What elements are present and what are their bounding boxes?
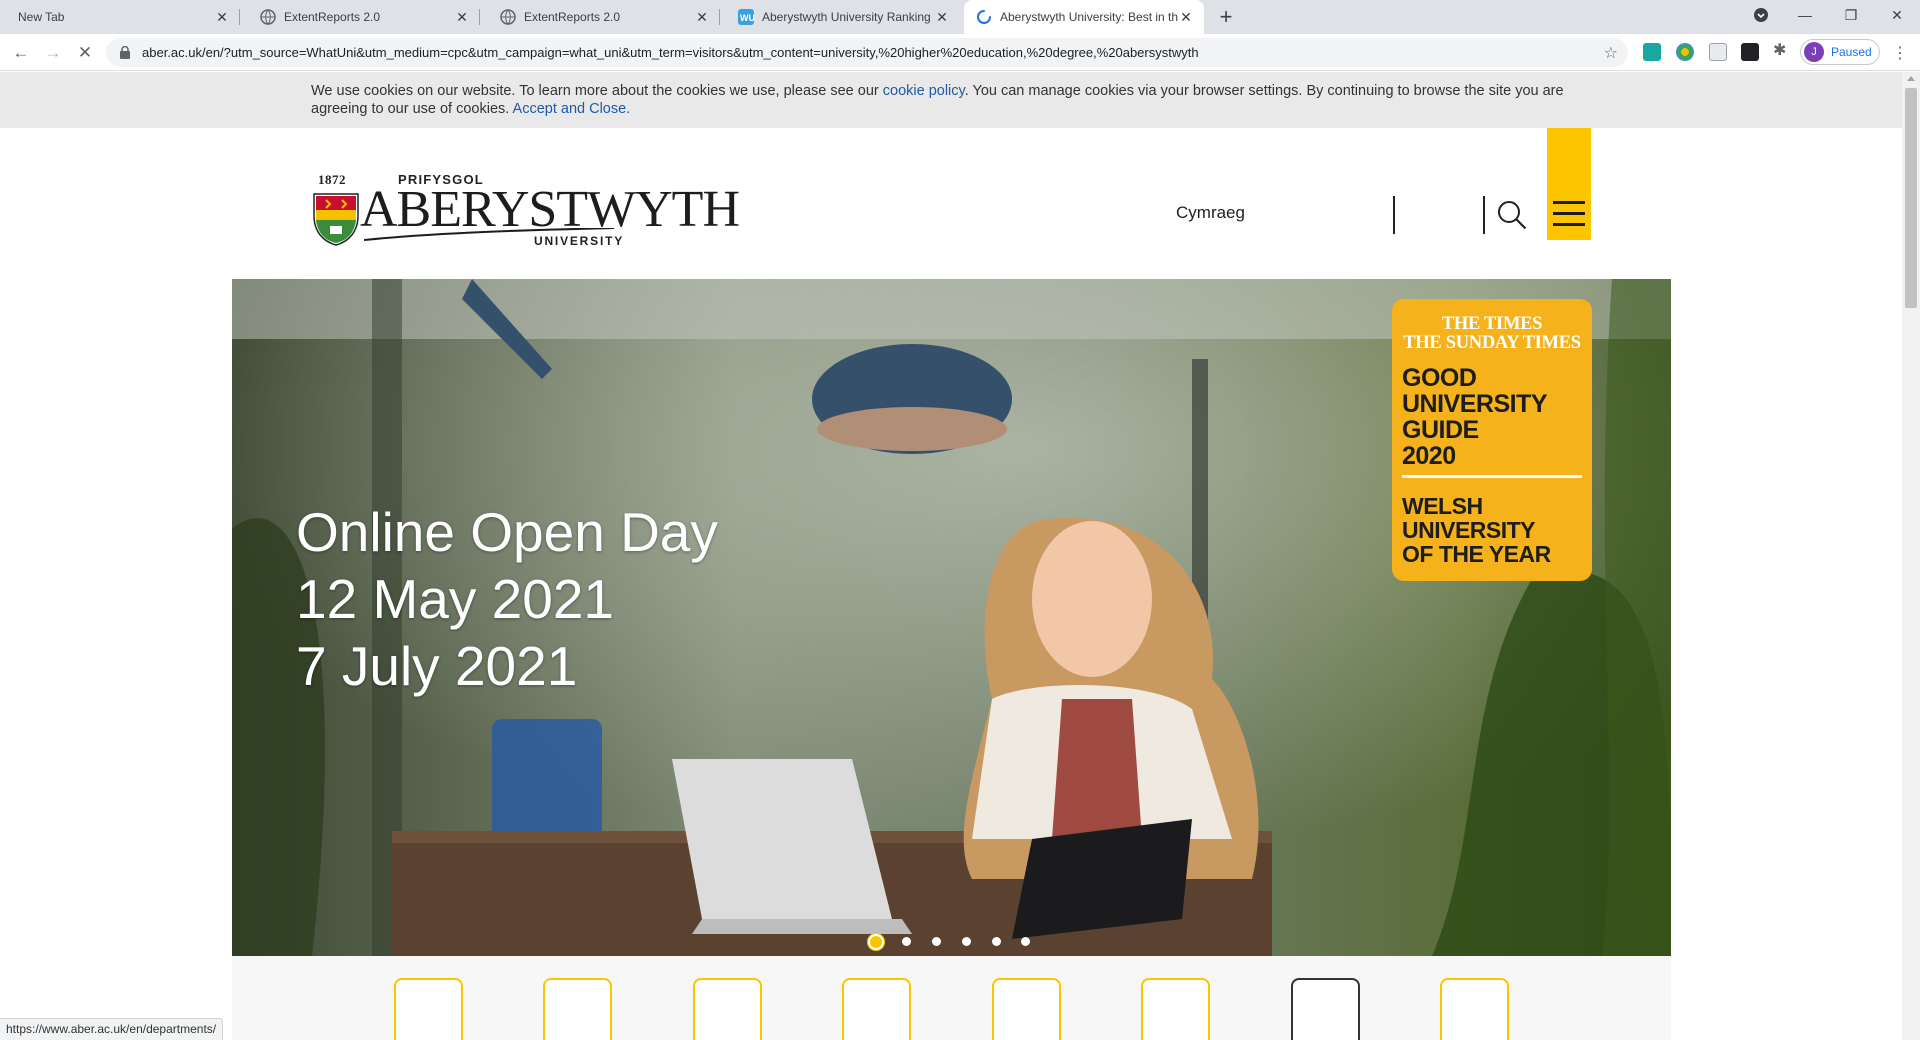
scroll-up-arrow-icon[interactable] [1907,76,1915,81]
lock-icon [120,46,130,59]
url-text: aber.ac.uk/en/?utm_source=WhatUni&utm_me… [142,45,1199,60]
profile-button[interactable]: J Paused [1800,39,1880,65]
hamburger-icon-bar [1553,223,1585,226]
browser-toolbar: ← → ✕ aber.ac.uk/en/?utm_source=WhatUni&… [0,34,1920,71]
new-tab-button[interactable]: + [1214,4,1238,29]
quick-links [232,956,1671,1040]
extension-icon-2[interactable] [1676,43,1694,61]
profile-status: Paused [1831,45,1872,59]
cookie-policy-link[interactable]: cookie policy [883,83,965,99]
logo-university: UNIVERSITY [534,234,625,248]
badge-line: 2020 [1402,442,1456,470]
hero-heading: Online Open Day 12 May 2021 7 July 2021 [296,499,718,700]
page-scrollbar[interactable] [1902,72,1920,1040]
stop-loading-button[interactable]: ✕ [71,39,99,67]
restore-button[interactable]: ❐ [1828,0,1874,30]
hero-line: Online Open Day [296,501,718,563]
extension-icon-1[interactable] [1643,43,1661,61]
carousel-dot-2[interactable] [902,937,911,946]
close-icon[interactable]: ✕ [454,9,470,25]
globe-icon [500,9,516,25]
main-menu-button[interactable] [1547,128,1591,240]
quick-link-tile[interactable] [543,978,612,1040]
hero-line: 12 May 2021 [296,568,614,630]
badge-guide-title: GOOD UNIVERSITY GUIDE 2020 [1402,365,1582,469]
tab-search-icon[interactable] [1738,0,1784,30]
tab-title: ExtentReports 2.0 [524,10,621,24]
tab-extentreports-1[interactable]: ExtentReports 2.0 ✕ [240,0,480,34]
cookie-banner: We use cookies on our website. To learn … [0,72,1902,128]
status-bar-url: https://www.aber.ac.uk/en/departments/ [0,1018,224,1040]
crest-icon [313,193,359,246]
close-icon[interactable]: ✕ [694,9,710,25]
tab-aberystwyth-home[interactable]: Aberystwyth University: Best in th ✕ [964,0,1204,34]
quick-link-tile[interactable] [842,978,911,1040]
divider [1393,196,1395,234]
extension-icon-4[interactable] [1741,43,1759,61]
back-button[interactable]: ← [7,39,35,67]
loading-spinner-icon [977,10,991,24]
badge-line: WELSH [1402,493,1483,519]
carousel-dot-3[interactable] [932,937,941,946]
tab-extentreports-2[interactable]: ExtentReports 2.0 ✕ [480,0,720,34]
tab-aberystwyth-ranking[interactable]: WU Aberystwyth University Ranking ( ✕ [720,0,960,34]
tab-title: Aberystwyth University: Best in th [1000,10,1178,24]
quick-link-tile[interactable] [693,978,762,1040]
badge-line: UNIVERSITY [1402,390,1548,418]
masthead-line: THE SUNDAY TIMES [1403,333,1581,353]
address-bar[interactable]: aber.ac.uk/en/?utm_source=WhatUni&utm_me… [106,38,1628,67]
tab-title: ExtentReports 2.0 [284,10,381,24]
page-viewport: We use cookies on our website. To learn … [0,72,1902,1040]
carousel-dot-6[interactable] [1021,937,1030,946]
close-icon[interactable]: ✕ [1178,9,1194,25]
minimize-button[interactable]: — [1782,0,1828,30]
hero-carousel[interactable]: Online Open Day 12 May 2021 7 July 2021 … [232,279,1671,956]
forward-button[interactable]: → [39,39,67,67]
svg-text:WU: WU [740,13,754,23]
carousel-dot-4[interactable] [962,937,971,946]
scrollbar-thumb[interactable] [1905,88,1917,308]
browser-menu-icon[interactable]: ⋮ [1892,43,1908,63]
times-good-university-guide-badge: THE TIMES THE SUNDAY TIMES GOOD UNIVERSI… [1392,299,1592,581]
badge-award: WELSH UNIVERSITY OF THE YEAR [1402,494,1582,566]
university-logo[interactable]: 1872 PRIFYSGOL ABERYSTWYTH UNIVERSITY [312,172,740,252]
badge-line: GUIDE [1402,416,1479,444]
quick-link-tile[interactable] [1440,978,1509,1040]
quick-link-tile[interactable] [1141,978,1210,1040]
masthead-line: THE TIMES [1441,314,1543,334]
search-icon[interactable] [1497,200,1527,230]
avatar: J [1804,42,1824,62]
globe-icon [260,9,276,25]
close-icon[interactable]: ✕ [214,9,230,25]
tab-title: Aberystwyth University Ranking ( [762,10,934,24]
quick-link-tile[interactable] [1291,978,1360,1040]
badge-divider [1402,475,1582,478]
tab-strip: New Tab ✕ ExtentReports 2.0 ✕ ExtentRepo… [0,0,1920,34]
language-toggle-link[interactable]: Cymraeg [1176,203,1245,223]
logo-year: 1872 [318,172,346,187]
site-header: 1872 PRIFYSGOL ABERYSTWYTH UNIVERSITY [232,128,1670,278]
carousel-dot-5[interactable] [992,937,1001,946]
tab-title: New Tab [18,10,65,24]
puzzle-extensions-icon[interactable]: ✱ [1773,40,1791,59]
badge-line: UNIVERSITY [1402,517,1536,543]
hamburger-icon-bar [1553,201,1585,204]
close-window-button[interactable]: ✕ [1874,0,1920,30]
divider [1483,196,1485,234]
tab-new-tab[interactable]: New Tab ✕ [0,0,240,34]
hamburger-icon-bar [1553,212,1585,215]
carousel-dot-1[interactable] [868,934,884,950]
extension-icon-3[interactable] [1709,43,1727,61]
bookmark-star-icon[interactable]: ☆ [1604,43,1618,63]
accept-and-close-link[interactable]: Accept and Close. [513,101,631,117]
badge-masthead: THE TIMES THE SUNDAY TIMES [1402,315,1582,353]
close-icon[interactable]: ✕ [934,9,950,25]
hero-line: 7 July 2021 [296,635,578,697]
whatuni-icon: WU [738,9,754,25]
quick-link-tile[interactable] [992,978,1061,1040]
quick-link-tile[interactable] [394,978,463,1040]
badge-line: GOOD [1402,364,1477,392]
cookie-text: We use cookies on our website. To learn … [311,83,883,99]
badge-line: OF THE YEAR [1402,541,1551,567]
